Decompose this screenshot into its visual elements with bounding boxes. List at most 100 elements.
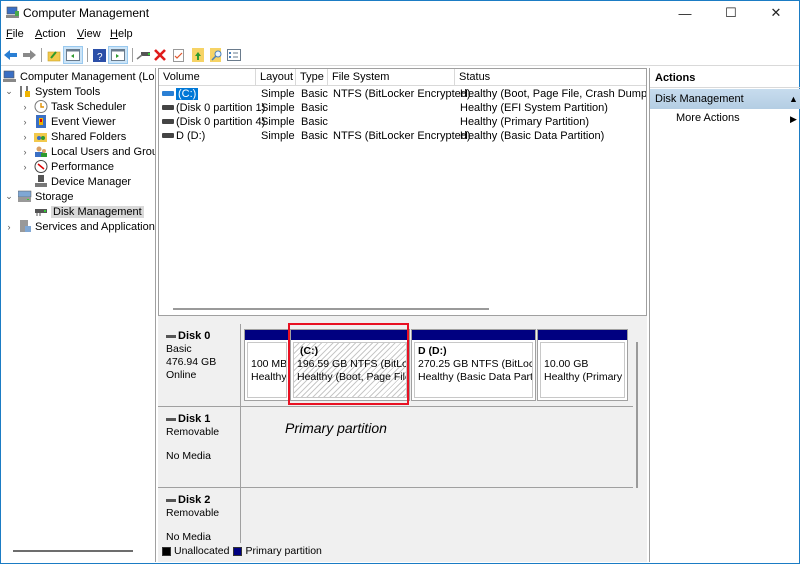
chevron-down-icon[interactable]: ⌄ xyxy=(4,86,14,97)
chevron-right-icon[interactable]: › xyxy=(20,102,30,112)
tree-item-shared-folders[interactable]: › Shared Folders xyxy=(20,129,127,144)
partition-efi[interactable]: 100 MB Healthy xyxy=(244,329,290,401)
legend: Unallocated Primary partition xyxy=(158,543,633,559)
partition-size: 10.00 GB xyxy=(544,358,589,370)
actions-section-disk-management[interactable]: Disk Management ▲ xyxy=(650,89,800,109)
partition-status: Healthy xyxy=(251,371,287,383)
disk-name: Disk 1 xyxy=(178,413,211,425)
forward-button[interactable] xyxy=(21,47,37,63)
partition-primary-4[interactable]: 10.00 GB Healthy (Primary P xyxy=(537,329,628,401)
actions-header: Actions xyxy=(650,68,800,88)
volume-icon xyxy=(162,91,174,96)
volume-row[interactable]: (Disk 0 partition 1) Simple Basic Health… xyxy=(159,101,646,115)
delete-icon xyxy=(154,49,166,61)
tree-item-local-users-and-groups[interactable]: › Local Users and Groups xyxy=(20,144,156,159)
tree-item-label: Performance xyxy=(51,160,114,173)
properties-icon xyxy=(172,48,184,62)
disk-1-label[interactable]: Disk 1 Removable No Media xyxy=(159,407,241,487)
partition-body: D (D:) 270.25 GB NTFS (BitLocker Healthy… xyxy=(414,342,533,398)
close-button[interactable]: ✕ xyxy=(753,1,799,25)
up-one-level-button[interactable] xyxy=(46,47,62,63)
tree-item-system-tools[interactable]: ⌄ System Tools xyxy=(4,84,100,99)
menu-view-label: iew xyxy=(84,28,101,40)
clock-icon xyxy=(34,100,48,113)
partition-size: 100 MB xyxy=(251,358,287,370)
partition-status: Healthy (Primary P xyxy=(544,371,625,383)
help-button[interactable]: ? xyxy=(91,47,107,63)
column-header-layout[interactable]: Layout xyxy=(256,69,296,86)
view-options-button[interactable] xyxy=(226,47,242,63)
volume-name: (Disk 0 partition 1) xyxy=(176,102,266,114)
forward-arrow-icon xyxy=(23,50,36,60)
menu-help[interactable]: Help xyxy=(110,28,133,40)
toolbar-separator xyxy=(41,48,42,62)
tree-horizontal-scrollbar[interactable] xyxy=(13,550,133,552)
volume-row[interactable]: D (D:) Simple Basic NTFS (BitLocker Encr… xyxy=(159,129,646,143)
partition-body: 10.00 GB Healthy (Primary P xyxy=(540,342,625,398)
tree-item-storage[interactable]: ⌄ Storage xyxy=(4,189,74,204)
column-header-type[interactable]: Type xyxy=(296,69,328,86)
show-hide-action-pane-icon xyxy=(111,49,125,61)
menu-help-label: elp xyxy=(117,28,133,40)
chevron-down-icon[interactable]: ⌄ xyxy=(4,191,14,202)
close-icon: ✕ xyxy=(770,5,782,20)
menu-file[interactable]: File xyxy=(6,28,24,40)
connect-drive-button[interactable] xyxy=(135,47,151,63)
export-list-button[interactable] xyxy=(190,47,206,63)
chevron-right-icon[interactable]: › xyxy=(20,132,30,142)
tree-item-event-viewer[interactable]: › Event Viewer xyxy=(20,114,116,129)
connect-drive-icon xyxy=(136,52,150,60)
minimize-button[interactable]: — xyxy=(662,1,708,25)
volume-layout: Simple xyxy=(261,88,295,100)
primary-partition-bar xyxy=(245,330,289,340)
annotation-label: Primary partition xyxy=(285,420,387,436)
disk-0-label[interactable]: Disk 0 Basic 476.94 GB Online xyxy=(159,324,241,408)
disk-icon xyxy=(166,334,176,338)
column-header-volume[interactable]: Volume xyxy=(159,69,256,86)
tree-item-services-and-applications[interactable]: › Services and Applications xyxy=(4,219,155,234)
menu-view[interactable]: View xyxy=(77,28,101,40)
volume-name: D (D:) xyxy=(176,130,206,142)
disk-2-label[interactable]: Disk 2 Removable No Media xyxy=(159,488,241,543)
find-button[interactable] xyxy=(208,47,224,63)
volume-type: Basic xyxy=(301,116,328,128)
toolbar: ? xyxy=(1,44,799,66)
properties-button[interactable] xyxy=(170,47,186,63)
chevron-right-icon[interactable]: › xyxy=(20,117,30,127)
help-icon: ? xyxy=(92,48,106,62)
chevron-right-icon[interactable]: › xyxy=(20,162,30,172)
action-more-actions[interactable]: More Actions xyxy=(676,112,740,124)
show-hide-console-tree-button[interactable] xyxy=(63,46,83,64)
volume-list-horizontal-scrollbar[interactable] xyxy=(173,308,489,310)
menu-file-label: ile xyxy=(12,28,24,40)
disk-name: Disk 0 xyxy=(178,330,211,342)
partition-d[interactable]: D (D:) 270.25 GB NTFS (BitLocker Healthy… xyxy=(411,329,536,401)
disk-type: Basic xyxy=(166,343,192,355)
delete-button[interactable] xyxy=(152,47,168,63)
volume-layout: Simple xyxy=(261,102,295,114)
disk-map-vertical-scrollbar[interactable] xyxy=(636,342,638,488)
tree-item-label: Event Viewer xyxy=(51,115,116,128)
volume-row[interactable]: (Disk 0 partition 4) Simple Basic Health… xyxy=(159,115,646,129)
tree-item-device-manager[interactable]: Device Manager xyxy=(34,174,131,189)
column-header-file-system[interactable]: File System xyxy=(328,69,455,86)
partition-title xyxy=(544,345,621,358)
back-button[interactable] xyxy=(3,47,19,63)
submenu-arrow-icon: ▶ xyxy=(790,114,797,124)
tree-item-computer-management[interactable]: Computer Management (Local xyxy=(3,69,155,84)
chevron-right-icon[interactable]: › xyxy=(20,147,30,157)
svg-text:?: ? xyxy=(97,52,103,62)
show-hide-action-pane-button[interactable] xyxy=(108,46,128,64)
maximize-button[interactable]: ☐ xyxy=(708,1,754,25)
partition-title xyxy=(251,345,283,358)
tree-item-performance[interactable]: › Performance xyxy=(20,159,114,174)
tree-item-disk-management[interactable]: Disk Management xyxy=(34,204,144,219)
volume-row[interactable]: (C:) Simple Basic NTFS (BitLocker Encryp… xyxy=(159,87,646,101)
tree-item-task-scheduler[interactable]: › Task Scheduler xyxy=(20,99,126,114)
shared-folder-icon xyxy=(34,133,47,142)
column-header-status[interactable]: Status xyxy=(455,69,646,86)
tree-item-label: Storage xyxy=(35,190,74,203)
menu-action[interactable]: Action xyxy=(35,28,66,40)
chevron-right-icon[interactable]: › xyxy=(4,222,14,232)
export-icon xyxy=(192,48,204,62)
